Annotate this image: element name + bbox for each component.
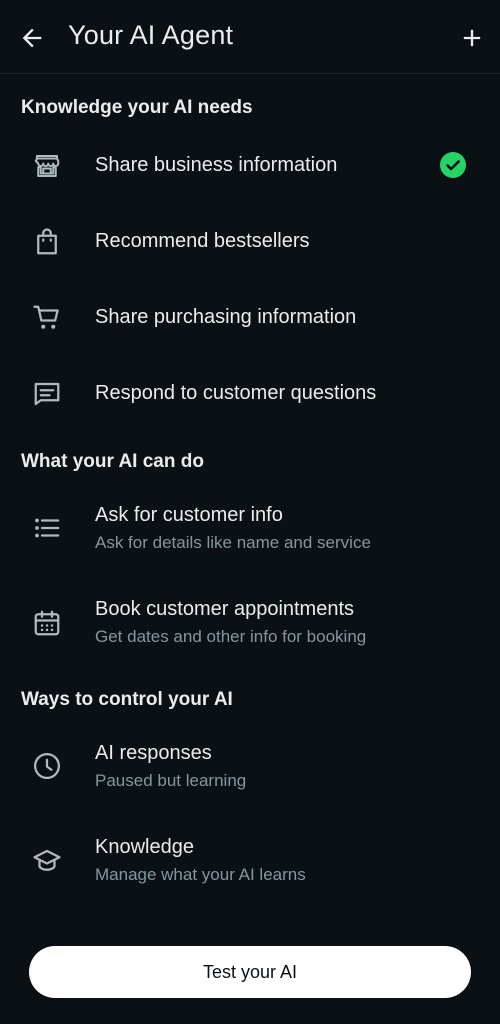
list-item-recommend-bestsellers[interactable]: Recommend bestsellers — [0, 212, 500, 274]
list-item-label: Recommend bestsellers — [95, 230, 310, 252]
list-icon — [35, 518, 60, 538]
list-item-ai-responses[interactable]: AI responses Paused but learning — [0, 732, 500, 804]
graduation-cap-icon — [33, 849, 61, 871]
cart-icon — [33, 305, 59, 329]
list-item-label: Book customer appointments — [95, 598, 355, 620]
list-item-subtitle: Ask for details like name and service — [95, 533, 371, 552]
list-item-subtitle: Manage what your AI learns — [95, 865, 306, 884]
arrow-left-icon[interactable] — [18, 24, 46, 52]
storefront-icon — [34, 155, 60, 177]
list-item-label: Knowledge — [95, 836, 194, 858]
list-item-subtitle: Paused but learning — [95, 771, 247, 790]
test-your-ai-button[interactable]: Test your AI — [29, 946, 471, 998]
section-title-knowledge-needs: Knowledge your AI needs — [21, 97, 253, 118]
check-circle-icon — [440, 152, 466, 178]
list-item-label: Ask for customer info — [95, 504, 283, 526]
section-title-ai-can-do: What your AI can do — [21, 451, 204, 472]
list-item-subtitle: Get dates and other info for booking — [95, 627, 367, 646]
plus-icon[interactable] — [458, 24, 486, 52]
list-item-share-purchasing-info[interactable]: Share purchasing information — [0, 288, 500, 350]
list-item-ask-customer-info[interactable]: Ask for customer info Ask for details li… — [0, 494, 500, 566]
message-box-icon — [34, 382, 60, 406]
list-item-respond-questions[interactable]: Respond to customer questions — [0, 364, 500, 426]
list-item-label: Share purchasing information — [95, 306, 357, 328]
clock-icon — [34, 753, 60, 779]
list-item-label: Respond to customer questions — [95, 382, 377, 404]
list-item-label: Share business information — [95, 154, 338, 176]
top-app-bar: Your AI Agent — [0, 0, 500, 74]
page-title: Your AI Agent — [68, 20, 234, 50]
section-title-ways-to-control: Ways to control your AI — [21, 689, 233, 710]
list-item-share-business-info[interactable]: Share business information — [0, 136, 500, 198]
list-item-label: AI responses — [95, 742, 212, 764]
app-screen: Your AI Agent Knowledge your AI needs Sh… — [0, 0, 500, 1024]
list-item-book-appointments[interactable]: Book customer appointments Get dates and… — [0, 588, 500, 660]
shopping-bag-icon — [37, 228, 57, 255]
calendar-icon — [34, 610, 60, 636]
list-item-knowledge[interactable]: Knowledge Manage what your AI learns — [0, 826, 500, 898]
